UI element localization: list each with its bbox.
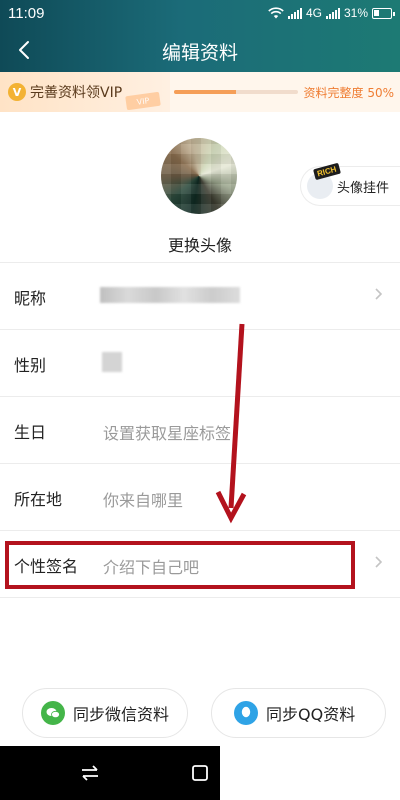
sync-wechat-button[interactable]: 同步微信资料: [22, 688, 188, 738]
annotation-arrow: [215, 323, 247, 524]
sync-qq-button[interactable]: 同步QQ资料: [211, 688, 386, 738]
recent-apps-icon[interactable]: [188, 761, 212, 785]
switch-app-icon[interactable]: [78, 761, 102, 785]
highlight-box: [5, 541, 355, 589]
sync-qq-label: 同步QQ资料: [266, 705, 356, 724]
sync-wechat-label: 同步微信资料: [73, 705, 170, 724]
wechat-icon: [41, 701, 65, 725]
system-nav-bar: [0, 746, 220, 800]
qq-icon: [234, 701, 258, 725]
